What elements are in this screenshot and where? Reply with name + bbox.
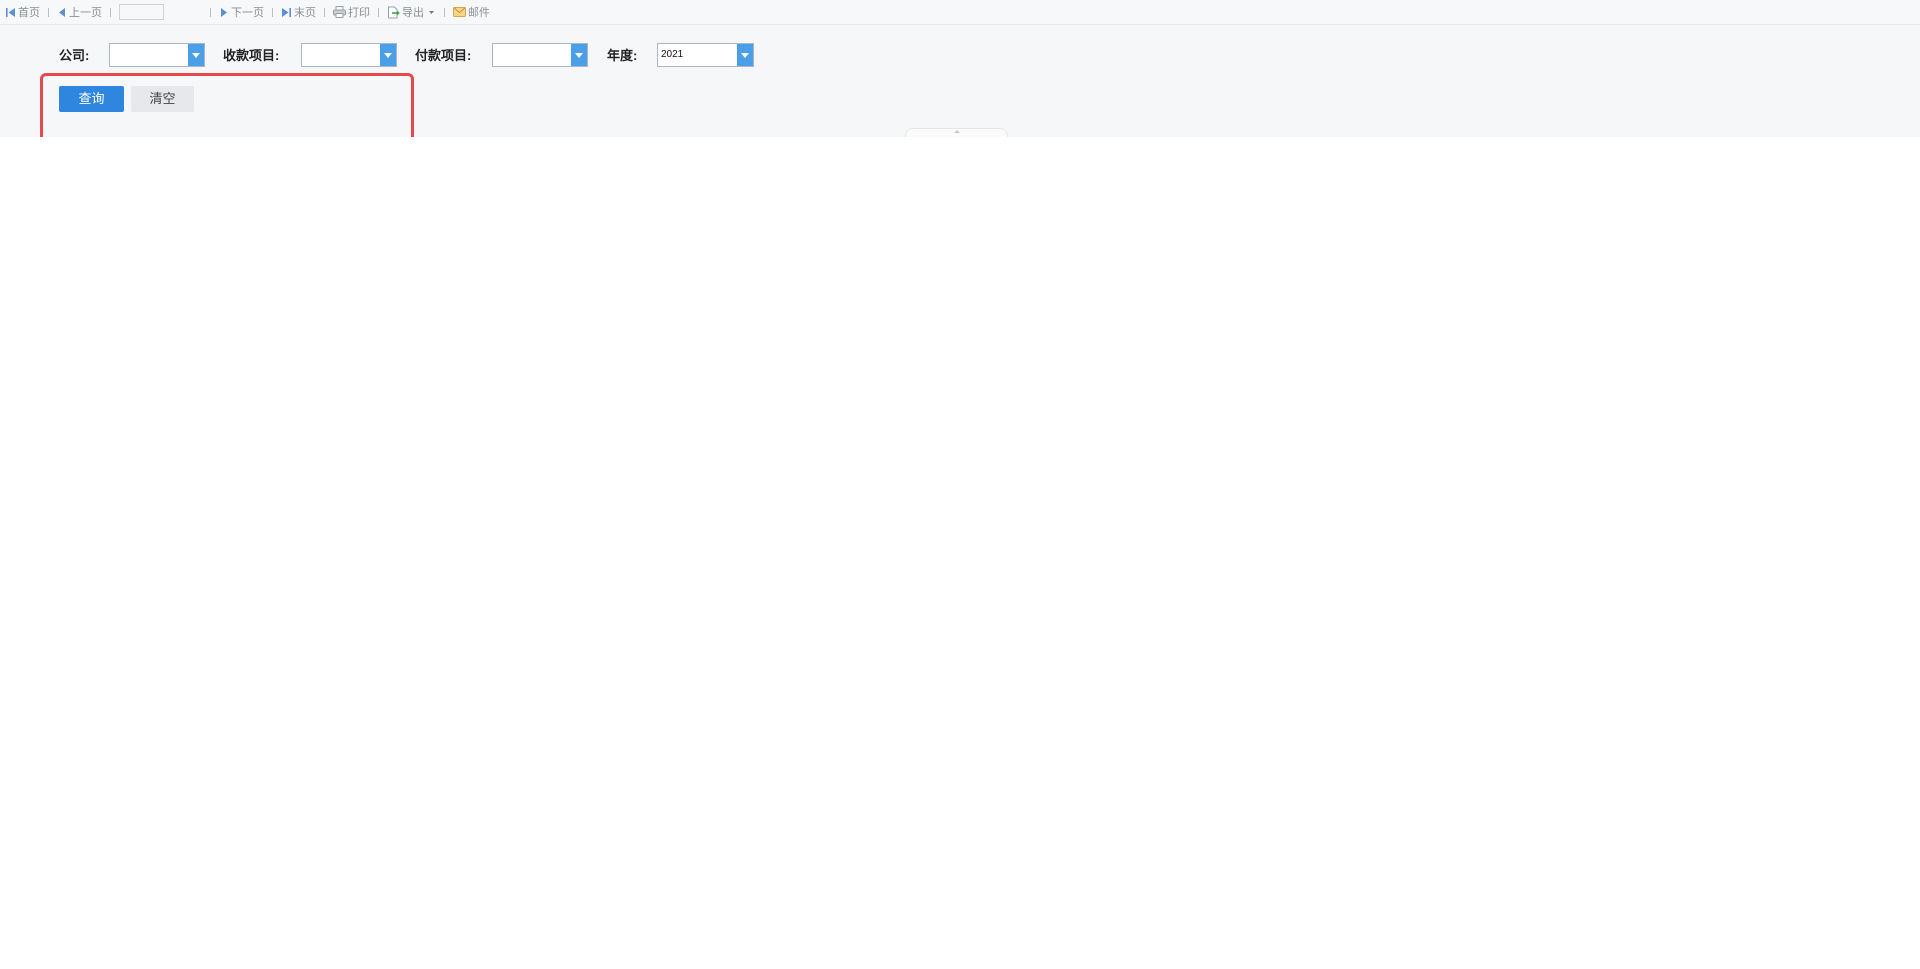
next-page-icon xyxy=(221,7,227,17)
prev-page-button[interactable]: 上一页 xyxy=(55,0,104,24)
prev-page-icon xyxy=(59,7,65,17)
company-label: 公司: xyxy=(59,48,90,63)
year-select[interactable]: 2021 xyxy=(657,43,754,67)
income-item-select[interactable] xyxy=(301,43,397,67)
income-item-dropdown-arrow-icon[interactable] xyxy=(380,44,396,66)
page-number-input[interactable] xyxy=(119,4,164,20)
export-button[interactable]: 导出 xyxy=(385,0,438,24)
mail-icon xyxy=(453,7,466,17)
income-item-label: 收款项目: xyxy=(223,48,280,63)
year-dropdown-arrow-icon[interactable] xyxy=(737,44,753,66)
company-select[interactable] xyxy=(109,43,205,67)
filter-panel xyxy=(0,25,1920,137)
mail-button[interactable]: 邮件 xyxy=(451,0,492,24)
payment-item-label: 付款项目: xyxy=(415,48,472,63)
first-page-button[interactable]: 首页 xyxy=(3,0,42,24)
mail-label: 邮件 xyxy=(468,7,490,19)
last-page-label: 末页 xyxy=(294,7,316,19)
query-button[interactable]: 查询 xyxy=(59,86,124,112)
first-page-icon xyxy=(6,7,15,17)
export-label: 导出 xyxy=(402,7,424,19)
next-page-label: 下一页 xyxy=(231,7,264,19)
toolbar-separator xyxy=(210,7,211,17)
year-label: 年度: xyxy=(607,48,638,63)
payment-item-select[interactable] xyxy=(492,43,588,67)
year-select-value: 2021 xyxy=(661,49,684,60)
first-page-label: 首页 xyxy=(18,7,40,19)
toolbar-separator xyxy=(378,7,379,17)
toolbar-separator xyxy=(48,7,49,17)
toolbar-separator xyxy=(110,7,111,17)
toolbar-separator xyxy=(272,7,273,17)
report-content-area xyxy=(0,137,1920,969)
company-dropdown-arrow-icon[interactable] xyxy=(188,44,204,66)
prev-page-label: 上一页 xyxy=(69,7,102,19)
print-button[interactable]: 打印 xyxy=(331,0,372,24)
clear-button[interactable]: 清空 xyxy=(131,86,194,112)
export-icon xyxy=(388,6,400,18)
panel-collapse-toggle[interactable] xyxy=(905,128,1008,137)
next-page-button[interactable]: 下一页 xyxy=(217,0,266,24)
toolbar-separator xyxy=(444,7,445,17)
toolbar-separator xyxy=(324,7,325,17)
printer-icon xyxy=(333,6,346,18)
last-page-icon xyxy=(282,7,291,17)
print-label: 打印 xyxy=(348,7,370,19)
last-page-button[interactable]: 末页 xyxy=(279,0,318,24)
chevron-down-icon xyxy=(429,11,434,14)
report-toolbar: 首页 上一页 下一页 末页 打印 导出 邮件 xyxy=(0,0,1920,25)
payment-item-dropdown-arrow-icon[interactable] xyxy=(571,44,587,66)
